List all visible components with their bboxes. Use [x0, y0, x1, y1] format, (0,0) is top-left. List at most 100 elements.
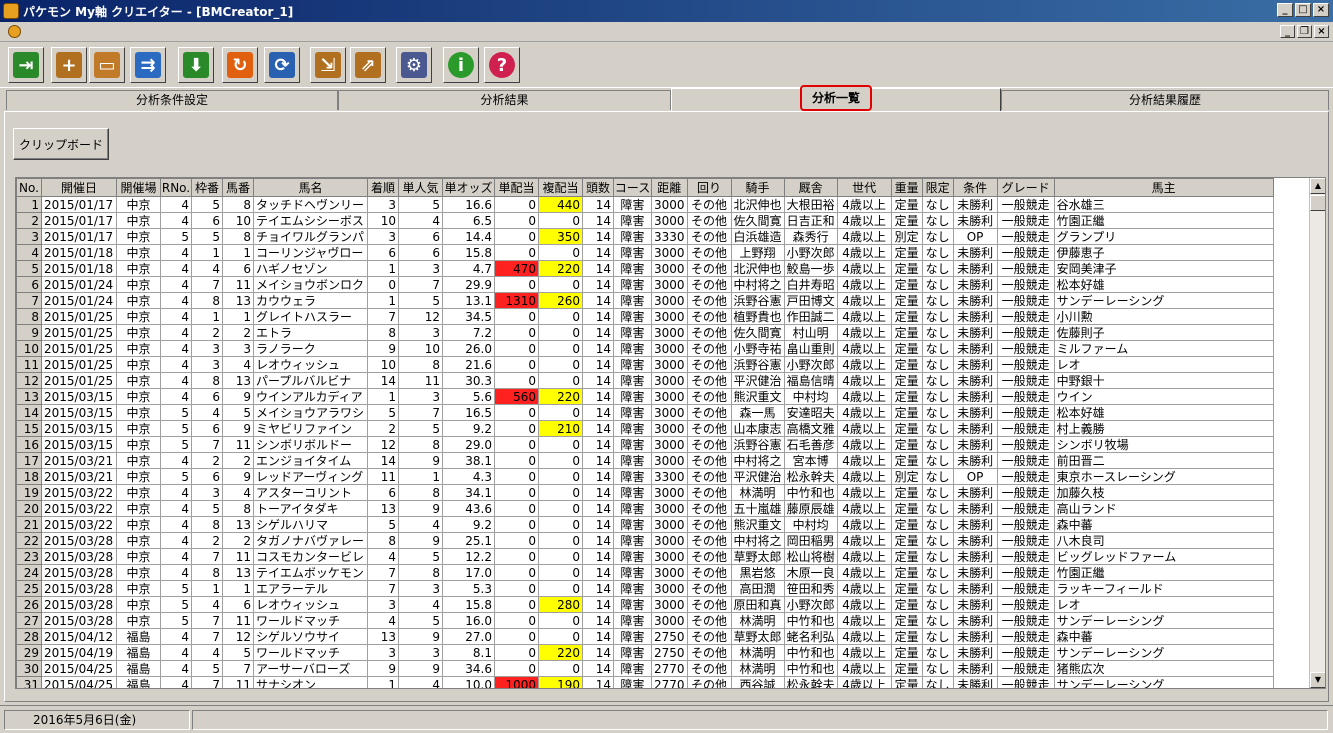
table-cell[interactable]: OP [952, 468, 998, 485]
table-cell[interactable]: 2015/01/17 [41, 196, 117, 213]
table-cell[interactable]: 3 [367, 644, 399, 661]
table-cell[interactable]: 2015/01/25 [41, 340, 117, 357]
table-cell[interactable]: 中京 [116, 388, 161, 405]
table-cell[interactable]: 2015/01/25 [41, 324, 117, 341]
table-cell[interactable]: 6 [191, 212, 223, 229]
table-cell[interactable]: 4 [222, 356, 254, 373]
table-cell[interactable]: 2770 [651, 660, 688, 677]
table-cell[interactable]: 定量 [890, 532, 923, 549]
table-cell[interactable]: 一般競走 [996, 612, 1055, 629]
row-number[interactable]: 28 [16, 628, 42, 645]
table-cell[interactable]: 1 [191, 580, 223, 597]
table-cell[interactable]: 森一馬 [730, 404, 785, 421]
table-cell[interactable]: 安岡美津子 [1053, 260, 1274, 277]
table-cell[interactable]: 3000 [651, 516, 688, 533]
table-cell[interactable]: 2 [222, 324, 254, 341]
table-cell[interactable]: 中京 [116, 548, 161, 565]
table-cell[interactable]: 16.6 [442, 196, 495, 213]
table-cell[interactable]: 一般競走 [996, 420, 1055, 437]
table-cell[interactable]: 2 [222, 532, 254, 549]
table-row[interactable]: 7 2015/01/24 中京 4 8 13 カウウェラ 1 5 13.1 1310 260 14 障害 3… [16, 292, 1274, 309]
table-cell[interactable]: 高山ランド [1053, 500, 1274, 517]
table-cell[interactable]: 7 [367, 580, 399, 597]
table-cell[interactable]: 4歳以上 [836, 244, 892, 261]
table-cell[interactable]: 中京 [116, 468, 161, 485]
table-cell[interactable]: サンデーレーシング [1053, 644, 1274, 661]
table-cell[interactable]: 竹園正繼 [1053, 564, 1274, 581]
table-cell[interactable]: 障害 [613, 548, 652, 565]
table-cell[interactable]: その他 [686, 532, 732, 549]
table-cell[interactable]: 熊沢重文 [730, 516, 785, 533]
table-cell[interactable]: 一般競走 [996, 596, 1055, 613]
table-cell[interactable]: その他 [686, 260, 732, 277]
table-cell[interactable]: 350 [538, 228, 583, 245]
table-cell[interactable]: OP [952, 228, 998, 245]
table-cell[interactable]: 中京 [116, 580, 161, 597]
table-cell[interactable]: 未勝利 [952, 324, 998, 341]
row-number[interactable]: 21 [16, 516, 42, 533]
table-cell[interactable]: 1 [398, 468, 443, 485]
table-cell[interactable]: 4 [160, 340, 192, 357]
table-cell[interactable]: 北沢伸也 [730, 260, 785, 277]
table-cell[interactable]: 4歳以上 [836, 388, 892, 405]
table-cell[interactable]: 笹田和秀 [783, 580, 838, 597]
table-cell[interactable]: 4歳以上 [836, 228, 892, 245]
table-cell[interactable]: その他 [686, 308, 732, 325]
table-cell[interactable]: 0 [538, 212, 583, 229]
table-cell[interactable]: 0 [494, 404, 539, 421]
table-cell[interactable]: 上野翔 [730, 244, 785, 261]
results-grid[interactable]: No. 開催日 開催場 RNo. 枠番 馬番 馬名 着順 単人気 単オッズ 単配当 複配当 頭数 コース距… [15, 177, 1326, 689]
table-cell[interactable]: 4歳以上 [836, 516, 892, 533]
table-cell[interactable]: 2 [367, 420, 399, 437]
table-cell[interactable]: 小野次郎 [783, 596, 838, 613]
table-cell[interactable]: 14 [582, 452, 614, 469]
table-cell[interactable]: 5 [398, 548, 443, 565]
table-cell[interactable]: 中京 [116, 484, 161, 501]
table-row[interactable]: 15 2015/03/15 中京 5 6 9 ミヤビリファイン 2 5 9.2 0 210 14 障害 30… [16, 420, 1274, 437]
table-cell[interactable]: 植野貴也 [730, 308, 785, 325]
table-cell[interactable]: 未勝利 [952, 548, 998, 565]
table-cell[interactable]: 3 [398, 388, 443, 405]
column-header[interactable]: 単人気 [398, 178, 443, 197]
column-header[interactable]: 限定 [921, 178, 954, 197]
row-number[interactable]: 3 [16, 228, 42, 245]
table-cell[interactable]: 0 [367, 276, 399, 293]
table-cell[interactable]: 一般競走 [996, 260, 1055, 277]
table-cell[interactable]: 4歳以上 [836, 596, 892, 613]
table-cell[interactable]: 5.6 [442, 388, 495, 405]
table-cell[interactable]: ワールドマッチ [253, 612, 368, 629]
table-cell[interactable]: 3330 [651, 228, 688, 245]
table-cell[interactable]: 30.3 [442, 372, 495, 389]
table-cell[interactable]: なし [921, 580, 954, 597]
table-cell[interactable]: 中竹和也 [783, 484, 838, 501]
table-cell[interactable]: 0 [494, 420, 539, 437]
table-cell[interactable]: 6 [191, 468, 223, 485]
table-cell[interactable]: 3000 [651, 532, 688, 549]
table-cell[interactable]: 八木良司 [1053, 532, 1274, 549]
table-cell[interactable]: 0 [494, 468, 539, 485]
table-cell[interactable]: 4 [160, 644, 192, 661]
table-cell[interactable]: 障害 [613, 468, 652, 485]
table-cell[interactable]: 一般競走 [996, 340, 1055, 357]
row-number[interactable]: 25 [16, 580, 42, 597]
table-cell[interactable]: 14.4 [442, 228, 495, 245]
table-cell[interactable]: 一般競走 [996, 468, 1055, 485]
table-cell[interactable]: 中京 [116, 436, 161, 453]
table-cell[interactable]: グランプリ [1053, 228, 1274, 245]
table-cell[interactable]: 17.0 [442, 564, 495, 581]
table-cell[interactable]: 一般競走 [996, 484, 1055, 501]
table-cell[interactable]: 14 [582, 244, 614, 261]
table-cell[interactable]: 10 [367, 356, 399, 373]
table-cell[interactable]: 4歳以上 [836, 660, 892, 677]
table-cell[interactable]: 14 [582, 468, 614, 485]
table-cell[interactable]: テイエムボッケモン [253, 564, 368, 581]
table-cell[interactable]: 障害 [613, 404, 652, 421]
table-cell[interactable]: 3000 [651, 276, 688, 293]
column-header[interactable]: 世代 [836, 178, 892, 197]
table-cell[interactable]: 8 [191, 564, 223, 581]
table-cell[interactable]: 中京 [116, 452, 161, 469]
table-cell[interactable]: 3000 [651, 324, 688, 341]
table-cell[interactable]: 森秀行 [783, 228, 838, 245]
table-cell[interactable]: 未勝利 [952, 660, 998, 677]
table-cell[interactable]: 障害 [613, 660, 652, 677]
